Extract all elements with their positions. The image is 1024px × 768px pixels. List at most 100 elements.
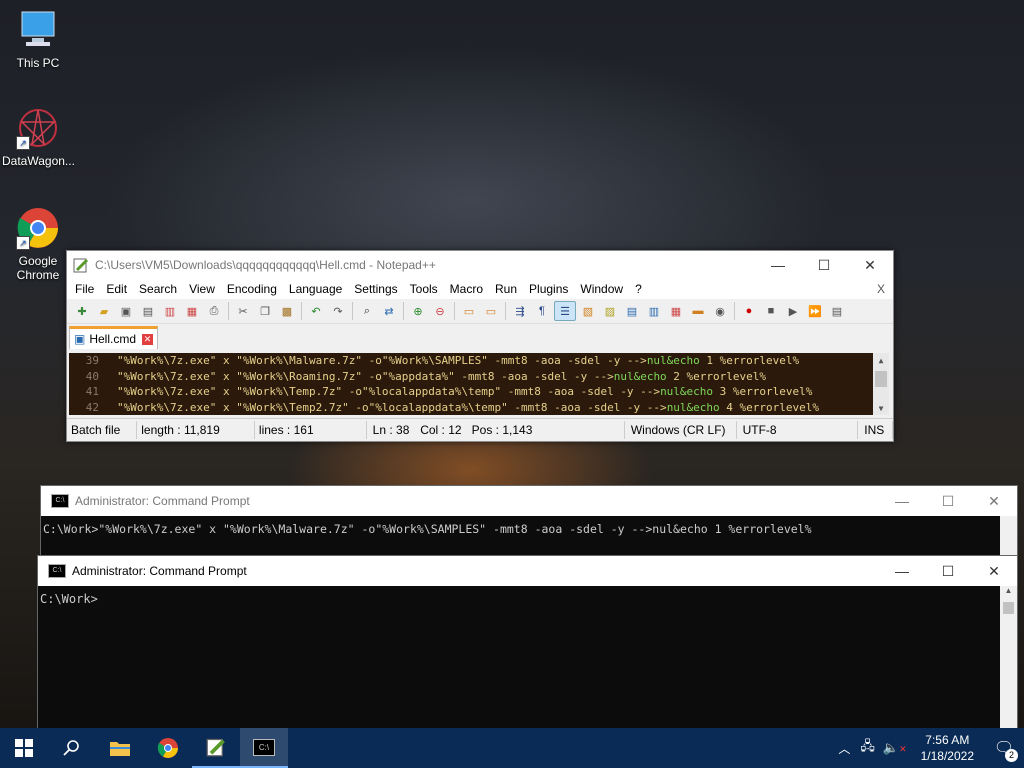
status-encoding[interactable]: UTF-8 [737,421,859,439]
search-icon [63,740,79,756]
find-icon[interactable]: ⌕ [357,302,377,320]
close-button[interactable]: ✕ [971,557,1017,585]
zoom-in-icon[interactable]: ⊕ [408,302,428,320]
toolbar-separator [352,302,353,320]
close-all-icon[interactable]: ▦ [182,302,202,320]
status-eol[interactable]: Windows (CR LF) [625,421,737,439]
close-document-button[interactable]: X [871,282,893,296]
vertical-scrollbar[interactable]: ▲ [1000,586,1017,728]
close-button[interactable]: ✕ [971,487,1017,515]
start-button[interactable] [0,728,48,768]
network-icon[interactable]: 🖧 [856,737,879,759]
taskbar-file-explorer[interactable] [96,728,144,768]
line-number: 40 [69,368,117,384]
playback-macro-icon[interactable]: ▶ [783,302,803,320]
paste-icon[interactable]: ▩ [277,302,297,320]
stop-recording-icon[interactable]: ■ [761,302,781,320]
code-editor[interactable]: 39 "%Work%\7z.exe" x "%Work%\Malware.7z"… [69,353,889,415]
sync-vertical-icon[interactable]: ▭ [459,302,479,320]
code-text: "%Work%\7z.exe" x "%Work%\Roaming.7z" -o… [117,369,614,383]
volume-muted-icon[interactable]: 🔈✕ [879,740,911,756]
document-list-icon[interactable]: ▤ [622,302,642,320]
user-defined-language-icon[interactable]: ▧ [578,302,598,320]
console-output[interactable]: C:\Work>"%Work%\7z.exe" x "%Work%\Malwar… [41,516,1017,542]
word-wrap-icon[interactable]: ⇶ [510,302,530,320]
taskbar-command-prompt[interactable]: C:\ [240,728,288,768]
copy-icon[interactable]: ❐ [255,302,275,320]
print-icon[interactable]: ⎙ [204,302,224,320]
save-icon[interactable]: ▣ [116,302,136,320]
menu-edit[interactable]: Edit [100,282,133,296]
vertical-scrollbar[interactable]: ▲ ▼ [873,353,889,415]
title-bar[interactable]: C:\ Administrator: Command Prompt — ☐ ✕ [38,556,1017,586]
minimize-button[interactable]: — [879,487,925,515]
cmd-window-back[interactable]: C:\ Administrator: Command Prompt — ☐ ✕ … [40,485,1018,557]
desktop-icon-datawagon[interactable]: ↗ DataWagon... [2,106,75,168]
menu-search[interactable]: Search [133,282,183,296]
redo-icon[interactable]: ↷ [328,302,348,320]
cut-icon[interactable]: ✂ [233,302,253,320]
maximize-button[interactable]: ☐ [801,251,847,279]
clock[interactable]: 7:56 AM 1/18/2022 [911,732,984,764]
desktop-icon-chrome[interactable]: ↗ Google Chrome [2,206,74,282]
scroll-thumb[interactable] [875,371,887,387]
replace-icon[interactable]: ⇄ [379,302,399,320]
menu-plugins[interactable]: Plugins [523,282,574,296]
undo-icon[interactable]: ↶ [306,302,326,320]
menu-language[interactable]: Language [283,282,348,296]
minimize-button[interactable]: — [879,557,925,585]
scroll-up-icon[interactable]: ▲ [1000,586,1017,600]
scroll-thumb[interactable] [1003,602,1014,614]
maximize-button[interactable]: ☐ [925,487,971,515]
title-bar[interactable]: C:\Users\VM5\Downloads\qqqqqqqqqqqq\Hell… [67,251,893,279]
document-map-icon[interactable]: ▨ [600,302,620,320]
menu-tools[interactable]: Tools [404,282,444,296]
scroll-down-icon[interactable]: ▼ [873,401,889,415]
tab-hell-cmd[interactable]: ▣ Hell.cmd ✕ [69,326,159,349]
status-position: Pos : 1,143 [468,421,625,439]
sync-horizontal-icon[interactable]: ▭ [481,302,501,320]
minimize-button[interactable]: — [755,251,801,279]
tab-close-icon[interactable]: ✕ [142,333,154,345]
menu-run[interactable]: Run [489,282,523,296]
show-all-characters-icon[interactable]: ¶ [532,302,552,320]
desktop-icon-this-pc[interactable]: This PC [2,8,74,70]
maximize-button[interactable]: ☐ [925,557,971,585]
project-panel-icon[interactable]: ▬ [688,302,708,320]
run-macro-multiple-icon[interactable]: ⏩ [805,302,825,320]
close-button[interactable]: ✕ [847,251,893,279]
vertical-scrollbar[interactable] [1000,516,1017,556]
function-list-icon[interactable]: ▥ [644,302,664,320]
close-file-icon[interactable]: ▥ [160,302,180,320]
menu-view[interactable]: View [183,282,221,296]
zoom-out-icon[interactable]: ⊖ [430,302,450,320]
console-output[interactable]: C:\Work> [38,586,1017,612]
action-center-button[interactable]: 🗨 2 [984,728,1024,768]
menu-macro[interactable]: Macro [444,282,489,296]
status-column: Col : 12 [420,423,462,437]
chrome-icon: ↗ [16,206,60,250]
menu-encoding[interactable]: Encoding [221,282,283,296]
record-macro-icon[interactable]: ● [739,302,759,320]
indent-guide-icon[interactable]: ☰ [554,301,576,321]
notepadpp-window[interactable]: C:\Users\VM5\Downloads\qqqqqqqqqqqq\Hell… [66,250,894,442]
toolbar: ✚ ▰ ▣ ▤ ▥ ▦ ⎙ ✂ ❐ ▩ ↶ ↷ ⌕ ⇄ ⊕ ⊖ ▭ ▭ ⇶ ¶ … [67,299,893,324]
menu-window[interactable]: Window [574,282,629,296]
menu-help[interactable]: ? [629,282,648,296]
taskbar-notepadpp[interactable] [192,728,240,768]
save-all-icon[interactable]: ▤ [138,302,158,320]
computer-icon [16,8,60,52]
title-bar[interactable]: C:\ Administrator: Command Prompt — ☐ ✕ [41,486,1017,516]
new-file-icon[interactable]: ✚ [72,302,92,320]
monitoring-icon[interactable]: ◉ [710,302,730,320]
save-macro-icon[interactable]: ▤ [827,302,847,320]
cmd-window-front[interactable]: C:\ Administrator: Command Prompt — ☐ ✕ … [37,555,1018,729]
scroll-up-icon[interactable]: ▲ [873,353,889,367]
open-file-icon[interactable]: ▰ [94,302,114,320]
search-button[interactable] [48,728,96,768]
folder-as-workspace-icon[interactable]: ▦ [666,302,686,320]
menu-file[interactable]: File [69,282,100,296]
taskbar-chrome[interactable] [144,728,192,768]
menu-settings[interactable]: Settings [348,282,403,296]
show-hidden-icons-icon[interactable]: ︿ [832,740,856,757]
